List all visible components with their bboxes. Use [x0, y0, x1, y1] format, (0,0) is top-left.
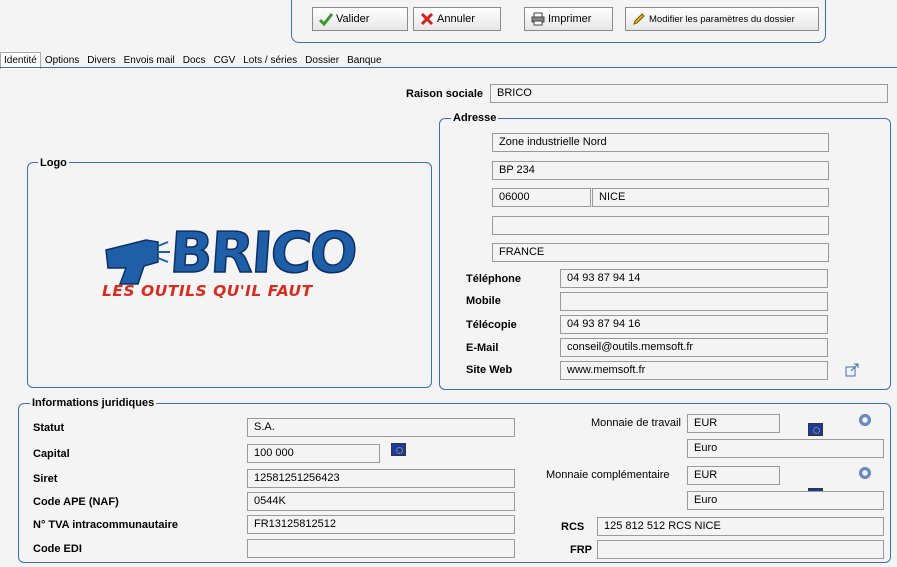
- postcode-field[interactable]: 06000: [492, 188, 591, 207]
- status-field[interactable]: S.A.: [247, 418, 515, 437]
- cancel-icon: [420, 12, 434, 26]
- work-currency-label: Monnaie de travail: [591, 417, 681, 429]
- mobile-field[interactable]: [560, 292, 828, 311]
- print-label: Imprimer: [548, 13, 592, 25]
- logo-tagline: LES OUTILS QU'IL FAUT: [102, 282, 313, 300]
- email-label: E-Mail: [466, 342, 499, 354]
- vat-label: N° TVA intracommunautaire: [33, 519, 178, 531]
- vat-field[interactable]: FR13125812512: [247, 515, 515, 534]
- extra-currency-label: Monnaie complémentaire: [546, 469, 670, 481]
- cancel-button[interactable]: Annuler: [413, 7, 501, 31]
- extra-currency-code-field[interactable]: EUR: [687, 466, 780, 485]
- open-link-icon[interactable]: [845, 363, 859, 377]
- logo-brand-text: BRICO: [167, 220, 358, 287]
- extra-currency-settings-gear-icon[interactable]: [858, 466, 872, 480]
- printer-icon: [531, 12, 545, 26]
- mobile-label: Mobile: [466, 295, 501, 307]
- ape-field[interactable]: 0544K: [247, 492, 515, 511]
- address-group-title: Adresse: [451, 112, 499, 124]
- fax-field[interactable]: 04 93 87 94 16: [560, 315, 828, 334]
- capital-field[interactable]: 100 000: [247, 444, 380, 463]
- frp-field[interactable]: [597, 540, 884, 559]
- phone-label: Téléphone: [466, 273, 522, 285]
- capital-currency-flag-icon[interactable]: [391, 443, 406, 456]
- fax-label: Télécopie: [466, 319, 517, 331]
- validate-label: Valider: [336, 13, 370, 25]
- siret-label: Siret: [33, 473, 58, 485]
- work-currency-code-field[interactable]: EUR: [687, 414, 780, 433]
- folder-settings-button[interactable]: Modifier les paramètres du dossier: [625, 7, 819, 31]
- legal-group-title: Informations juridiques: [30, 397, 157, 409]
- check-icon: [319, 13, 333, 26]
- frp-label: FRP: [570, 544, 592, 556]
- capital-label: Capital: [33, 448, 70, 460]
- cancel-label: Annuler: [437, 13, 475, 25]
- pencil-icon: [633, 13, 645, 25]
- logo-group-title: Logo: [38, 157, 69, 169]
- edi-label: Code EDI: [33, 543, 82, 555]
- address-line1-field[interactable]: Zone industrielle Nord: [492, 133, 829, 152]
- address-line3-field[interactable]: [492, 216, 829, 235]
- company-name-label: Raison sociale: [406, 88, 484, 100]
- siret-field[interactable]: 12581251256423: [247, 469, 515, 488]
- email-field[interactable]: conseil@outils.memsoft.fr: [560, 338, 828, 357]
- toolbar: Valider Annuler Imprimer Modifier les pa…: [291, 0, 826, 43]
- work-currency-flag-icon[interactable]: [808, 423, 823, 436]
- ape-label: Code APE (NAF): [33, 496, 119, 508]
- work-currency-name-field[interactable]: Euro: [687, 439, 884, 458]
- rcs-label: RCS: [561, 521, 585, 533]
- tab-divider: [0, 67, 897, 68]
- work-currency-settings-gear-icon[interactable]: [858, 413, 872, 427]
- website-label: Site Web: [466, 364, 513, 376]
- status-label: Statut: [33, 422, 65, 434]
- tab-bar: Identité Options Divers Envois mail Docs…: [0, 52, 386, 69]
- folder-settings-label: Modifier les paramètres du dossier: [649, 13, 795, 25]
- website-field[interactable]: www.memsoft.fr: [560, 361, 828, 380]
- country-field[interactable]: FRANCE: [492, 243, 829, 262]
- validate-button[interactable]: Valider: [312, 7, 408, 31]
- city-field[interactable]: NICE: [592, 188, 829, 207]
- phone-field[interactable]: 04 93 87 94 14: [560, 269, 828, 288]
- rcs-field[interactable]: 125 812 512 RCS NICE: [597, 517, 884, 536]
- brand-logo[interactable]: BRICO LES OUTILS QU'IL FAUT: [100, 220, 365, 310]
- address-line2-field[interactable]: BP 234: [492, 161, 829, 180]
- company-name-field[interactable]: BRICO: [490, 84, 888, 103]
- edi-field[interactable]: [247, 539, 515, 558]
- print-button[interactable]: Imprimer: [524, 7, 613, 31]
- extra-currency-name-field[interactable]: Euro: [687, 491, 884, 510]
